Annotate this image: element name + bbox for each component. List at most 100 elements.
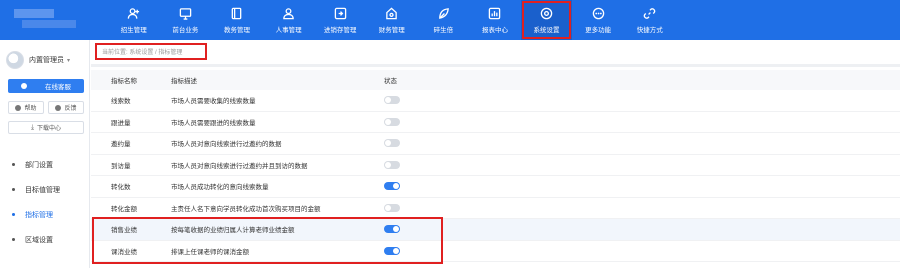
nav-item-monitor[interactable]: 前台业务 bbox=[160, 0, 212, 40]
table-row: 课消业绩 排课上任课老师的课消金额 bbox=[91, 241, 900, 262]
help-icon bbox=[15, 104, 22, 111]
nav-item-label: 前台业务 bbox=[172, 26, 199, 34]
table-row: 销售业绩 按每笔收据的业绩归属人计算老师业绩金额 bbox=[91, 219, 900, 241]
table-row: 转化数 市场人员成功转化的意向线索数量 bbox=[91, 176, 900, 198]
status-toggle[interactable] bbox=[384, 203, 400, 212]
user-menu[interactable]: 内置管理员 ▾ bbox=[6, 50, 70, 70]
sidebar-menu-item[interactable]: 部门设置 bbox=[0, 152, 90, 177]
table-row: 转化金额 主责任人名下意向学员转化成功首次购买项目的金额 bbox=[91, 198, 900, 219]
header-desc: 指标描述 bbox=[171, 78, 197, 85]
breadcrumb-highlight: 当前位置: 系统设置 / 指标管理 bbox=[95, 43, 207, 60]
status-toggle[interactable] bbox=[384, 96, 400, 105]
indicator-description: 按每笔收据的业绩归属人计算老师业绩金额 bbox=[171, 227, 295, 235]
sidebar-menu-label: 指标管理 bbox=[25, 211, 53, 219]
nav-item-inventory[interactable]: 进销存管理 bbox=[314, 0, 366, 40]
nav-item-report[interactable]: 报表中心 bbox=[469, 0, 521, 40]
sidebar-menu-item[interactable]: 区域设置 bbox=[0, 227, 90, 252]
nav-item-label: 碎生倍 bbox=[433, 26, 454, 34]
status-cell bbox=[384, 225, 444, 234]
header-status: 状态 bbox=[384, 78, 397, 85]
sidebar-menu-item[interactable]: 目标值管理 bbox=[0, 177, 90, 202]
nav-item-leaf[interactable]: 碎生倍 bbox=[418, 0, 470, 40]
sidebar-menu-label: 目标值管理 bbox=[25, 186, 60, 194]
table-row: 到访量 市场人员对意向线索进行过邀约并且到访的数据 bbox=[91, 155, 900, 176]
link-icon bbox=[643, 7, 657, 21]
indicator-description: 排课上任课老师的课消金额 bbox=[171, 248, 249, 256]
nav-item-label: 报表中心 bbox=[481, 26, 508, 34]
status-toggle[interactable] bbox=[384, 117, 400, 126]
status-toggle[interactable] bbox=[384, 182, 400, 191]
chevron-down-icon: ▾ bbox=[67, 57, 71, 64]
person-icon bbox=[282, 7, 296, 21]
sidebar-menu: 部门设置目标值管理指标管理区域设置 bbox=[0, 152, 90, 252]
status-cell bbox=[384, 139, 444, 148]
indicator-description: 市场人员需要跟进的线索数量 bbox=[171, 119, 256, 127]
book-icon bbox=[230, 7, 244, 21]
sidebar-menu-item[interactable]: 指标管理 bbox=[0, 202, 90, 227]
header-name: 指标名称 bbox=[111, 78, 137, 85]
toggle-knob bbox=[393, 183, 399, 190]
indicator-name: 线索数 bbox=[111, 98, 131, 106]
feedback-icon bbox=[55, 104, 62, 111]
leaf-icon bbox=[436, 7, 450, 21]
nav-item-settings[interactable]: 系统设置 bbox=[520, 0, 573, 40]
indicator-name: 跟进量 bbox=[111, 119, 131, 127]
breadcrumb: 当前位置: 系统设置 / 指标管理 bbox=[102, 50, 183, 56]
nav-item-label: 快捷方式 bbox=[636, 26, 663, 34]
help-button[interactable]: 帮助 bbox=[8, 101, 44, 114]
download-center-button[interactable]: ⤓ 下载中心 bbox=[8, 121, 84, 134]
feedback-label: 反馈 bbox=[64, 106, 77, 112]
indicator-name: 邀约量 bbox=[111, 141, 131, 149]
nav-item-label: 更多功能 bbox=[585, 26, 612, 34]
toggle-knob bbox=[393, 226, 399, 233]
table-row: 跟进量 市场人员需要跟进的线索数量 bbox=[91, 112, 900, 133]
toggle-knob bbox=[385, 204, 391, 211]
nav-item-label: 系统设置 bbox=[533, 26, 560, 34]
nav-item-more[interactable]: 更多功能 bbox=[572, 0, 624, 40]
toggle-knob bbox=[393, 247, 399, 254]
feedback-button[interactable]: 反馈 bbox=[48, 101, 84, 114]
finance-icon bbox=[385, 7, 399, 21]
indicator-description: 主责任人名下意向学员转化成功首次购买项目的金额 bbox=[171, 205, 321, 213]
indicator-name: 销售业绩 bbox=[111, 227, 137, 235]
status-cell bbox=[384, 160, 444, 169]
nav-item-link[interactable]: 快捷方式 bbox=[624, 0, 676, 40]
indicator-description: 市场人员需要收集的线索数量 bbox=[171, 98, 256, 106]
nav-item-user-add[interactable]: 招生管理 bbox=[108, 0, 160, 40]
user-add-icon bbox=[127, 7, 141, 21]
toggle-knob bbox=[385, 97, 391, 104]
table-row: 邀约量 市场人员对意向线索进行过邀约的数据 bbox=[91, 133, 900, 155]
nav-item-book[interactable]: 教务管理 bbox=[211, 0, 263, 40]
bullet-icon bbox=[12, 213, 15, 216]
status-toggle[interactable] bbox=[384, 246, 400, 255]
nav-item-label: 财务管理 bbox=[378, 26, 405, 34]
bullet-icon bbox=[12, 188, 15, 191]
sidebar-menu-label: 部门设置 bbox=[25, 161, 53, 169]
download-icon: ⤓ bbox=[30, 123, 35, 131]
status-toggle[interactable] bbox=[384, 225, 400, 234]
app-logo bbox=[14, 9, 76, 29]
toggle-knob bbox=[385, 118, 391, 125]
status-toggle[interactable] bbox=[384, 160, 400, 169]
main-nav: 招生管理 前台业务 教务管理 人事管理 进销存管理 财务管理 碎生倍 报表中心 系统设置 更多功能… bbox=[108, 0, 676, 40]
top-navigation-bar: 招生管理 前台业务 教务管理 人事管理 进销存管理 财务管理 碎生倍 报表中心 系统设置 更多功能… bbox=[0, 0, 900, 40]
sidebar: 内置管理员 ▾ 在线客服 帮助 反馈 ⤓ 下载中心 部门设置目标值管理指标管理区… bbox=[0, 40, 90, 268]
indicator-name: 转化数 bbox=[111, 184, 131, 192]
nav-item-person[interactable]: 人事管理 bbox=[263, 0, 315, 40]
indicator-description: 市场人员对意向线索进行过邀约的数据 bbox=[171, 141, 282, 149]
bullet-icon bbox=[12, 163, 15, 166]
nav-item-label: 教务管理 bbox=[223, 26, 250, 34]
avatar bbox=[6, 51, 24, 69]
status-toggle[interactable] bbox=[384, 139, 400, 148]
nav-item-finance[interactable]: 财务管理 bbox=[366, 0, 418, 40]
status-cell bbox=[384, 203, 444, 212]
monitor-icon bbox=[178, 7, 192, 21]
status-cell bbox=[384, 182, 444, 191]
report-icon bbox=[488, 7, 502, 21]
inventory-icon bbox=[333, 7, 347, 21]
table-row: 线索数 市场人员需要收集的线索数量 bbox=[91, 90, 900, 112]
online-service-button[interactable]: 在线客服 bbox=[8, 79, 84, 93]
user-name: 内置管理员 bbox=[29, 57, 64, 64]
indicator-name: 到访量 bbox=[111, 162, 131, 170]
toggle-knob bbox=[385, 140, 391, 147]
